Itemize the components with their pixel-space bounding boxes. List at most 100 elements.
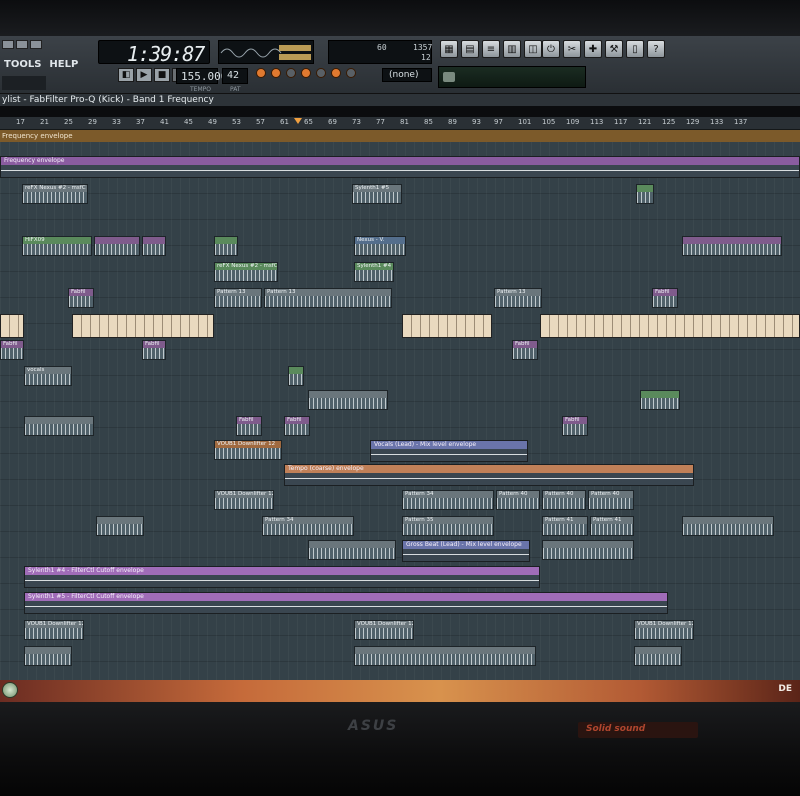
pattern-clip[interactable]: Sylenth1 #4: [354, 262, 394, 282]
document-icon[interactable]: ▯: [626, 40, 644, 58]
pattern-clip[interactable]: [24, 416, 94, 436]
led-icon[interactable]: [301, 68, 311, 78]
tempo-display[interactable]: 155.000: [176, 68, 227, 84]
pattern-clip[interactable]: [354, 646, 536, 666]
frequency-envelope-strip[interactable]: Frequency envelope: [0, 130, 800, 142]
pattern-clip[interactable]: [682, 236, 782, 256]
pattern-clip[interactable]: [682, 516, 774, 536]
pattern-clip[interactable]: [640, 390, 680, 410]
pattern-song-toggle[interactable]: ◧: [118, 68, 134, 82]
pattern-clip[interactable]: Pattern 13: [214, 288, 262, 308]
mixer-icon[interactable]: ≡: [482, 40, 500, 58]
envelope-clip-tempo[interactable]: Tempo (coarse) envelope: [284, 464, 694, 486]
playlist-icon[interactable]: ▥: [503, 40, 521, 58]
envelope-clip-sylenth4-cutoff[interactable]: Sylenth1 #4 - FilterCtl Cutoff envelope: [24, 566, 540, 588]
pattern-clip[interactable]: reFX Nexus #2 - msfC: [22, 184, 88, 204]
pattern-clip[interactable]: [542, 540, 634, 560]
play-button[interactable]: ▶: [136, 68, 152, 82]
led-icon[interactable]: [286, 68, 296, 78]
envelope-clip-vocals-mix[interactable]: Vocals (Lead) - Mix level envelope: [370, 440, 528, 462]
pattern-clip[interactable]: Pattern 35: [402, 516, 494, 536]
clip-label: [143, 237, 165, 244]
pattern-clip[interactable]: Pattern 41: [590, 516, 634, 536]
pattern-clip[interactable]: Sylenth1 #5: [352, 184, 402, 204]
pattern-clip[interactable]: Pattern 40: [588, 490, 634, 510]
led-icon[interactable]: [271, 68, 281, 78]
pattern-clip[interactable]: [72, 314, 214, 338]
pattern-clip[interactable]: Pattern 40: [542, 490, 586, 510]
midi-device-display[interactable]: (none): [382, 68, 432, 82]
stop-button[interactable]: ■: [154, 68, 170, 82]
pattern-clip[interactable]: [94, 236, 140, 256]
pattern-clip[interactable]: [96, 516, 144, 536]
pattern-clip[interactable]: Fabfil: [142, 340, 166, 360]
pattern-clip[interactable]: [634, 646, 682, 666]
pattern-clip[interactable]: Fabfil: [0, 340, 24, 360]
song-time-display[interactable]: 1:39:87: [98, 40, 210, 66]
pattern-clip[interactable]: [24, 646, 72, 666]
pattern-clip[interactable]: Fabfil: [512, 340, 538, 360]
browser-icon[interactable]: ◫: [524, 40, 542, 58]
slider-knob[interactable]: [443, 72, 455, 82]
audio-clip[interactable]: VOUB1 Downlifter 12: [214, 440, 282, 460]
menu-tools[interactable]: TOOLS: [0, 58, 45, 72]
piano-roll-icon[interactable]: ▦: [440, 40, 458, 58]
pattern-clip[interactable]: Pattern 13: [494, 288, 542, 308]
led-icon[interactable]: [331, 68, 341, 78]
clip-label: Fabfil: [285, 417, 309, 424]
master-pitch-slider[interactable]: [438, 66, 586, 88]
pattern-clip[interactable]: [308, 540, 396, 560]
clip-label: [683, 237, 781, 244]
clip-body: [25, 654, 71, 665]
envelope-clip-sylenth5-cutoff[interactable]: Sylenth1 #5 - FilterCtl Cutoff envelope: [24, 592, 668, 614]
audio-clip[interactable]: VOUB1 Downlifter 12: [24, 620, 84, 640]
audio-clip[interactable]: VOUB1 Downlifter 12: [634, 620, 694, 640]
led-icon[interactable]: [316, 68, 326, 78]
envelope-clip-grossbeat-mix[interactable]: Gross Beat (Lead) - Mix level envelope: [402, 540, 530, 562]
cut-icon[interactable]: ✂: [563, 40, 581, 58]
input-language-indicator[interactable]: DE: [778, 684, 792, 694]
pattern-clip[interactable]: [0, 314, 24, 338]
pattern-clip[interactable]: Pattern 40: [496, 490, 540, 510]
pattern-clip[interactable]: [636, 184, 654, 204]
playhead-marker[interactable]: [294, 118, 302, 124]
channel-rack-icon[interactable]: ▤: [461, 40, 479, 58]
minimize-icon[interactable]: [2, 40, 14, 49]
audio-clip[interactable]: VOUB1 Downlifter 12: [214, 490, 274, 510]
pattern-clip[interactable]: Nexus - V.: [354, 236, 406, 256]
close-icon[interactable]: [30, 40, 42, 49]
audio-clip[interactable]: vocals: [24, 366, 72, 386]
pattern-clip[interactable]: Pattern 34: [262, 516, 354, 536]
pattern-clip[interactable]: HiFX09: [22, 236, 92, 256]
pattern-clip[interactable]: [308, 390, 388, 410]
clip-body: [543, 524, 587, 535]
pattern-clip[interactable]: Pattern 34: [402, 490, 494, 510]
pattern-clip[interactable]: reFX Nexus #2 - msfC: [214, 262, 278, 282]
wrench-icon[interactable]: ⚒: [605, 40, 623, 58]
pattern-clip[interactable]: [540, 314, 800, 338]
led-icon[interactable]: [256, 68, 266, 78]
menu-help[interactable]: HELP: [45, 58, 82, 72]
pattern-clip[interactable]: [402, 314, 492, 338]
power-icon[interactable]: ⏻: [542, 40, 560, 58]
playlist-area[interactable]: Frequency envelope reFX Nexus #2 - msfC …: [0, 142, 800, 680]
pattern-clip[interactable]: Fabfil: [652, 288, 678, 308]
pattern-clip[interactable]: Pattern 13: [264, 288, 392, 308]
pattern-clip[interactable]: Fabfil: [236, 416, 262, 436]
led-icon[interactable]: [346, 68, 356, 78]
help-icon[interactable]: ?: [647, 40, 665, 58]
pattern-display[interactable]: 42: [222, 68, 248, 84]
pattern-clip[interactable]: Fabfil: [284, 416, 310, 436]
timeline-ruler[interactable]: 17 21 25 29 33 37 41 45 49 53 57 61 65 6…: [0, 117, 800, 130]
audio-clip[interactable]: VOUB1 Downlifter 12: [354, 620, 414, 640]
pattern-clip[interactable]: Fabfil: [562, 416, 588, 436]
pattern-clip[interactable]: Pattern 41: [542, 516, 588, 536]
restore-icon[interactable]: [16, 40, 28, 49]
plugin-icon[interactable]: ✚: [584, 40, 602, 58]
pattern-clip[interactable]: [214, 236, 238, 256]
envelope-clip-frequency[interactable]: Frequency envelope: [0, 156, 800, 178]
pattern-clip[interactable]: [142, 236, 166, 256]
start-button-icon[interactable]: [2, 682, 18, 698]
audio-clip[interactable]: [288, 366, 304, 386]
pattern-clip[interactable]: Fabfil: [68, 288, 94, 308]
